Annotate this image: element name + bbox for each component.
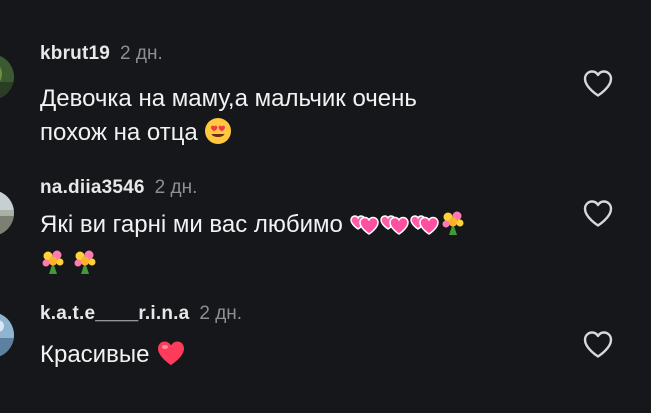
like-heart-icon[interactable] [582,68,614,98]
avatar[interactable] [0,190,14,236]
timestamp: 2 дн. [154,177,198,198]
timestamp: 2 дн. [120,43,163,64]
comment-text-line: Девочка на маму,а мальчик очень [40,85,417,112]
comment-meta: na.diia3546 2 дн. [40,177,197,199]
username[interactable]: na.diia3546 [40,177,145,198]
two-hearts-icon [379,209,410,247]
avatar[interactable] [0,54,14,100]
two-hearts-icon [409,209,440,247]
like-heart-icon[interactable] [582,329,614,359]
comment-meta: kbrut19 2 дн. [40,43,163,65]
heart-eyes-icon [204,117,232,155]
bouquet-icon [440,209,466,247]
comments-list: kbrut19 2 дн. Девочка на маму,а мальчик о… [0,0,651,413]
comment-text-line: Красивые [40,341,150,368]
two-hearts-icon [349,209,380,247]
comment-text: Красивые [40,338,520,377]
comment-text: Які ви гарні ми вас любимо [40,208,520,286]
comment-text: Девочка на маму,а мальчик очень похож на… [40,82,520,155]
bouquet-icon [72,248,98,286]
username[interactable]: kbrut19 [40,43,110,64]
comment-text-line: похож на отца [40,119,198,146]
timestamp: 2 дн. [199,303,243,324]
red-heart-icon [156,339,186,377]
username[interactable]: k.a.t.e____r.i.n.a [40,303,189,324]
comment-meta: k.a.t.e____r.i.n.a 2 дн. [40,303,242,325]
comment-text-line: Які ви гарні ми вас любимо [40,211,343,238]
avatar[interactable] [0,312,14,358]
like-heart-icon[interactable] [582,198,614,228]
bouquet-icon [40,248,66,286]
